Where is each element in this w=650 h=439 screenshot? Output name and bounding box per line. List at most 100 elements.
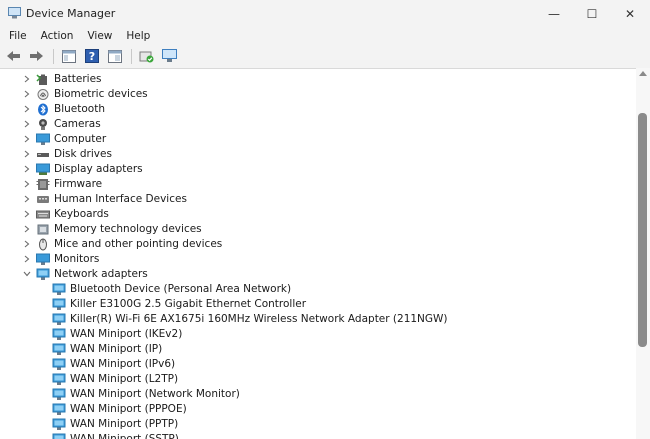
display-adapter-icon (36, 163, 50, 176)
back-button[interactable] (5, 48, 22, 65)
network-adapter-icon (52, 328, 66, 341)
tree-device-network-adapter[interactable]: WAN Miniport (SSTP) (0, 432, 636, 439)
help-button[interactable]: ? (83, 48, 100, 65)
network-adapter-icon (52, 313, 66, 326)
chevron-right-icon[interactable] (23, 164, 31, 174)
tree-device-network-adapter[interactable]: WAN Miniport (Network Monitor) (0, 387, 636, 402)
tree-category-computer[interactable]: Computer (0, 132, 636, 147)
tree-device-network-adapter[interactable]: WAN Miniport (IPv6) (0, 357, 636, 372)
network-adapter-icon (36, 268, 50, 281)
device-manager-app-icon (8, 7, 21, 19)
update-driver-button[interactable] (138, 48, 155, 65)
tree-category-label: Keyboards (54, 208, 109, 220)
chevron-down-icon[interactable] (23, 269, 31, 279)
memory-icon (36, 223, 50, 236)
keyboard-icon (36, 208, 50, 221)
chevron-right-icon[interactable] (23, 224, 31, 234)
scroll-up-arrow-icon[interactable] (639, 71, 647, 76)
tree-category-bluetooth[interactable]: Bluetooth (0, 102, 636, 117)
toolbar: ? (0, 45, 650, 67)
chevron-right-icon[interactable] (23, 134, 31, 144)
tree-device-network-adapter[interactable]: WAN Miniport (PPTP) (0, 417, 636, 432)
close-icon: ✕ (624, 6, 636, 21)
tree-device-network-adapter[interactable]: Bluetooth Device (Personal Area Network) (0, 282, 636, 297)
chevron-right-icon[interactable] (23, 209, 31, 219)
forward-button[interactable] (28, 48, 45, 65)
close-button[interactable]: ✕ (611, 0, 649, 27)
tree-category-label: Display adapters (54, 163, 143, 175)
tree-category-memory-technology-devices[interactable]: Memory technology devices (0, 222, 636, 237)
bluetooth-icon (36, 103, 50, 116)
tree-category-mice-and-other-pointing-devices[interactable]: Mice and other pointing devices (0, 237, 636, 252)
device-tree[interactable]: Batteries Biometric devices Bluetooth Camer… (0, 68, 636, 439)
tree-category-network-adapters[interactable]: Network adapters (0, 267, 636, 282)
chevron-right-icon[interactable] (23, 119, 31, 129)
minimize-icon: — (548, 6, 560, 21)
tree-category-firmware[interactable]: Firmware (0, 177, 636, 192)
chevron-right-icon[interactable] (23, 104, 31, 114)
computer-icon (36, 133, 50, 146)
tree-device-label: Bluetooth Device (Personal Area Network) (70, 283, 292, 295)
tree-device-label: WAN Miniport (SSTP) (70, 433, 179, 439)
view-button[interactable] (106, 48, 123, 65)
tree-category-batteries[interactable]: Batteries (0, 72, 636, 87)
minimize-button[interactable]: — (535, 0, 573, 27)
menu-file[interactable]: File (0, 27, 34, 45)
tree-device-label: WAN Miniport (PPTP) (70, 418, 179, 430)
tree-category-cameras[interactable]: Cameras (0, 117, 636, 132)
window-title: Device Manager (26, 7, 116, 20)
tree-category-human-interface-devices[interactable]: Human Interface Devices (0, 192, 636, 207)
tree-category-monitors[interactable]: Monitors (0, 252, 636, 267)
chevron-right-icon[interactable] (23, 74, 31, 84)
scroll-thumb[interactable] (638, 113, 647, 347)
tree-category-label: Mice and other pointing devices (54, 238, 223, 250)
tree-device-network-adapter[interactable]: WAN Miniport (IP) (0, 342, 636, 357)
properties-icon (61, 49, 76, 63)
tree-category-display-adapters[interactable]: Display adapters (0, 162, 636, 177)
chevron-right-icon[interactable] (23, 239, 31, 249)
chevron-right-icon[interactable] (23, 194, 31, 204)
chevron-right-icon[interactable] (23, 149, 31, 159)
vertical-scrollbar[interactable] (636, 68, 650, 439)
tree-category-label: Network adapters (54, 268, 148, 280)
battery-icon (36, 73, 50, 86)
tree-category-label: Memory technology devices (54, 223, 202, 235)
menu-view[interactable]: View (80, 27, 119, 45)
camera-icon (36, 118, 50, 131)
tree-device-network-adapter[interactable]: WAN Miniport (PPPOE) (0, 402, 636, 417)
back-arrow-icon (7, 51, 20, 61)
tree-category-label: Batteries (54, 73, 102, 85)
properties-button[interactable] (60, 48, 77, 65)
toolbar-separator (53, 48, 54, 64)
tree-device-network-adapter[interactable]: Killer(R) Wi-Fi 6E AX1675i 160MHz Wirele… (0, 312, 636, 327)
network-adapter-icon (52, 283, 66, 296)
maximize-icon: ☐ (586, 6, 598, 21)
tree-category-label: Biometric devices (54, 88, 148, 100)
tree-device-network-adapter[interactable]: Killer E3100G 2.5 Gigabit Ethernet Contr… (0, 297, 636, 312)
menu-action[interactable]: Action (34, 27, 81, 45)
svg-text:?: ? (88, 50, 94, 63)
tree-device-network-adapter[interactable]: WAN Miniport (IKEv2) (0, 327, 636, 342)
network-adapter-icon (52, 373, 66, 386)
tree-category-label: Cameras (54, 118, 101, 130)
tree-category-biometric-devices[interactable]: Biometric devices (0, 87, 636, 102)
chevron-right-icon[interactable] (23, 254, 31, 264)
chevron-right-icon[interactable] (23, 179, 31, 189)
chevron-right-icon[interactable] (23, 89, 31, 99)
maximize-button[interactable]: ☐ (573, 0, 611, 27)
network-adapter-icon (52, 388, 66, 401)
network-adapter-icon (52, 403, 66, 416)
tree-device-network-adapter[interactable]: WAN Miniport (L2TP) (0, 372, 636, 387)
tree-device-label: Killer(R) Wi-Fi 6E AX1675i 160MHz Wirele… (70, 313, 448, 325)
biometric-icon (36, 88, 50, 101)
scan-hardware-button[interactable] (161, 48, 178, 65)
network-adapter-icon (52, 298, 66, 311)
tree-category-label: Bluetooth (54, 103, 105, 115)
tree-category-disk-drives[interactable]: Disk drives (0, 147, 636, 162)
menu-help[interactable]: Help (119, 27, 157, 45)
disk-drive-icon (36, 148, 50, 161)
tree-category-keyboards[interactable]: Keyboards (0, 207, 636, 222)
update-driver-icon (139, 51, 154, 63)
network-adapter-icon (52, 358, 66, 371)
tree-device-label: WAN Miniport (IPv6) (70, 358, 176, 370)
